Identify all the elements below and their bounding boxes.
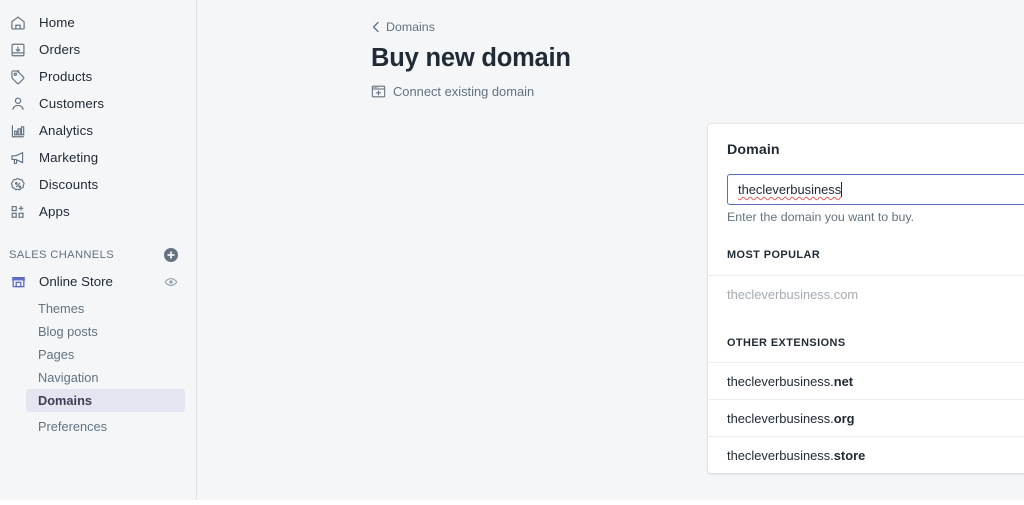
page-title: Buy new domain (371, 44, 571, 72)
card-title: Domain (727, 142, 780, 158)
sidebar-item-label: Analytics (39, 123, 94, 138)
sidebar-item-themes[interactable]: Themes (26, 297, 185, 320)
person-icon (8, 94, 28, 114)
sidebar-item-label: Online Store (39, 274, 113, 289)
sales-channels-header: SALES CHANNELS (0, 242, 196, 268)
sidebar-item-label: Marketing (39, 150, 99, 165)
sidebar-item-preferences[interactable]: Preferences (26, 415, 185, 438)
sidebar-item-domains[interactable]: Domains (26, 389, 185, 412)
most-popular-label: MOST POPULAR (727, 249, 821, 261)
sidebar-bottom-strip (0, 500, 197, 505)
tag-icon (8, 67, 28, 87)
domain-input-help: Enter the domain you want to buy. (727, 210, 915, 224)
domain-field: thecleverbusiness (727, 174, 1024, 205)
app-window: Home Orders Products Customers Analytics… (0, 0, 1024, 505)
home-icon (8, 13, 28, 33)
megaphone-icon (8, 148, 28, 168)
other-extensions-label: OTHER EXTENSIONS (727, 337, 846, 349)
sidebar-item-label: Blog posts (38, 324, 98, 339)
sidebar-item-label: Customers (39, 96, 105, 111)
bar-chart-icon (8, 121, 28, 141)
sidebar-item-label: Apps (39, 204, 70, 219)
domain-name: thecleverbusiness.org (727, 410, 855, 426)
plus-circle-icon[interactable] (164, 248, 178, 262)
apps-grid-plus-icon (8, 202, 28, 222)
table-row[interactable]: thecleverbusiness.net $17 USD/year Buy (708, 362, 1024, 399)
sidebar: Home Orders Products Customers Analytics… (0, 0, 197, 505)
sidebar-item-orders[interactable]: Orders (0, 36, 196, 63)
eye-icon[interactable] (164, 275, 178, 289)
sidebar-item-customers[interactable]: Customers (0, 90, 196, 117)
sidebar-item-apps[interactable]: Apps (0, 198, 196, 225)
browser-window-plus-icon (371, 84, 386, 99)
page-header: Domains Buy new domain Connect existing … (197, 0, 1024, 104)
sidebar-item-label: Navigation (38, 370, 99, 385)
chevron-left-icon (371, 21, 381, 33)
breadcrumb[interactable]: Domains (371, 20, 435, 34)
connect-existing-domain-label: Connect existing domain (393, 83, 535, 99)
discount-badge-icon (8, 175, 28, 195)
sidebar-item-home[interactable]: Home (0, 9, 196, 36)
domain-card: Domain thecleverbusiness Enter the domai… (708, 124, 1024, 473)
sidebar-item-label: Discounts (39, 177, 99, 192)
domain-input[interactable] (727, 174, 1024, 205)
sidebar-item-online-store[interactable]: Online Store (0, 268, 196, 295)
sidebar-item-label: Themes (38, 301, 85, 316)
sidebar-item-label: Products (39, 69, 93, 84)
table-row[interactable]: thecleverbusiness.store $19 USD/first ye… (708, 436, 1024, 473)
sidebar-item-analytics[interactable]: Analytics (0, 117, 196, 144)
sidebar-item-marketing[interactable]: Marketing (0, 144, 196, 171)
sidebar-item-label: Orders (39, 42, 81, 57)
breadcrumb-label: Domains (386, 20, 435, 34)
sidebar-item-pages[interactable]: Pages (26, 343, 185, 366)
connect-existing-domain-button[interactable]: Connect existing domain (371, 84, 534, 99)
sidebar-item-navigation[interactable]: Navigation (26, 366, 185, 389)
sidebar-item-label: Preferences (38, 419, 107, 434)
sidebar-item-label: Home (39, 15, 75, 30)
table-row[interactable]: thecleverbusiness.com Unavailable (708, 275, 1024, 312)
page-bottom-strip (197, 500, 1024, 505)
sidebar-item-discounts[interactable]: Discounts (0, 171, 196, 198)
domain-name: thecleverbusiness.com (727, 286, 859, 302)
sidebar-item-label: Domains (38, 393, 93, 408)
sales-channels-title: SALES CHANNELS (9, 249, 115, 261)
sidebar-item-blog-posts[interactable]: Blog posts (26, 320, 185, 343)
storefront-icon (8, 272, 28, 292)
table-row[interactable]: thecleverbusiness.org $17 USD/year Buy (708, 399, 1024, 436)
sidebar-item-label: Pages (38, 347, 75, 362)
domain-name: thecleverbusiness.store (727, 447, 866, 463)
domain-name: thecleverbusiness.net (727, 373, 854, 389)
main-content: Domains Buy new domain Connect existing … (197, 0, 1024, 505)
orders-inbox-icon (8, 40, 28, 60)
sidebar-item-products[interactable]: Products (0, 63, 196, 90)
